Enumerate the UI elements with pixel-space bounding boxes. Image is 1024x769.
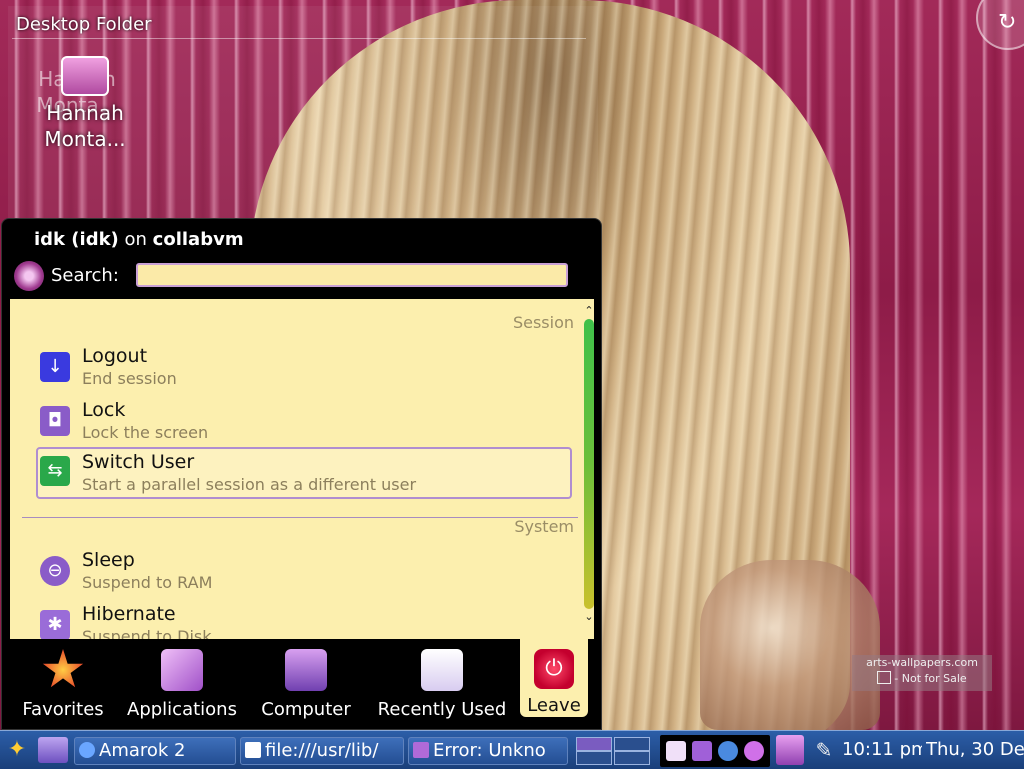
tab-label: Computer — [261, 699, 351, 720]
scroll-up-arrow-icon[interactable]: ⌃ — [582, 305, 594, 317]
tab-applications[interactable]: Applications — [122, 645, 242, 727]
task-label: file:///usr/lib/ — [265, 740, 379, 761]
section-divider — [22, 517, 578, 518]
item-desc: Start a parallel session as a different … — [82, 475, 417, 494]
user-on: on — [124, 229, 147, 250]
drive-icon — [61, 56, 109, 96]
wallpaper-sequin-detail — [700, 560, 880, 730]
list-item-sleep[interactable]: ⊖ Sleep Suspend to RAM — [36, 547, 572, 595]
tab-label: Favorites — [22, 699, 104, 720]
kickoff-launcher-menu: idk (idk) on collabvm Search: Session ↓ … — [1, 218, 602, 730]
tab-leave[interactable]: ⏻ Leave — [520, 639, 588, 717]
desktop-icon-hannah-montana[interactable]: Hannah Monta... — [30, 56, 140, 152]
pager-desktop-2[interactable] — [614, 737, 650, 751]
scroll-down-arrow-icon[interactable]: ⌄ — [582, 611, 594, 623]
pager-desktop-4[interactable] — [614, 751, 650, 765]
section-title-system: System — [514, 517, 574, 536]
item-name: Logout — [82, 345, 148, 367]
desktop-pager[interactable] — [574, 737, 654, 765]
recently-used-icon — [421, 649, 463, 691]
logout-icon: ↓ — [40, 352, 70, 382]
item-desc: End session — [82, 369, 177, 388]
settings-gear-icon[interactable] — [744, 741, 764, 761]
error-icon — [413, 742, 429, 758]
tab-label: Applications — [127, 699, 237, 720]
tab-favorites[interactable]: Favorites — [16, 645, 110, 727]
applications-icon — [161, 649, 203, 691]
launcher-icon: ✦ — [7, 737, 27, 762]
list-item-lock[interactable]: ◘ Lock Lock the screen — [36, 397, 572, 445]
task-label: Amarok 2 — [99, 740, 186, 761]
task-amarok[interactable]: Amarok 2 — [74, 737, 236, 765]
item-name: Hibernate — [82, 603, 176, 625]
clipboard-icon[interactable] — [666, 741, 686, 761]
paint-icon[interactable]: ✎ — [812, 735, 836, 765]
clock-date[interactable]: Thu, 30 Dec — [926, 739, 1024, 760]
system-tray — [660, 735, 770, 767]
switch-user-icon: ⇆ — [40, 456, 70, 486]
leave-options-list: Session ↓ Logout End session ◘ Lock Lock… — [10, 299, 594, 639]
task-error-dialog[interactable]: Error: Unkno — [408, 737, 568, 765]
user-header: idk (idk) on collabvm — [34, 229, 244, 250]
list-item-hibernate[interactable]: ✱ Hibernate Suspend to Disk — [36, 601, 572, 639]
tab-computer[interactable]: Computer — [254, 645, 358, 727]
search-row: Search: — [14, 261, 584, 293]
item-desc: Lock the screen — [82, 423, 209, 442]
item-desc: Suspend to RAM — [82, 573, 213, 592]
user-name: idk (idk) — [34, 229, 119, 250]
kickoff-launcher-button[interactable]: ✦ — [2, 735, 32, 765]
tab-label: Leave — [527, 695, 581, 716]
power-icon: ⏻ — [534, 649, 574, 689]
display-icon[interactable] — [692, 741, 712, 761]
folder-view-icon[interactable] — [38, 737, 68, 763]
kickoff-tab-bar: Favorites Applications Computer Recently… — [10, 639, 520, 729]
list-item-switch-user[interactable]: ⇆ Switch User Start a parallel session a… — [36, 447, 572, 499]
favorites-icon — [42, 649, 84, 688]
amarok-icon — [79, 742, 95, 758]
clock-time[interactable]: 10:11 pm — [842, 739, 922, 760]
scrollbar-thumb[interactable] — [584, 319, 594, 609]
desktop-folder-widget: Desktop Folder Hannah Monta... Hannah Mo… — [8, 6, 598, 218]
watermark-note: - Not for Sale — [894, 672, 967, 685]
host-name: collabvm — [152, 229, 244, 250]
item-name: Lock — [82, 399, 126, 421]
item-desc: Suspend to Disk — [82, 627, 212, 639]
search-input[interactable] — [136, 263, 568, 287]
pager-desktop-3[interactable] — [576, 751, 612, 765]
device-notifier-icon[interactable] — [776, 735, 804, 765]
watermark-box-icon — [877, 671, 892, 684]
hibernate-icon: ✱ — [40, 610, 70, 639]
desktop-folder-divider — [12, 38, 586, 39]
computer-icon — [285, 649, 327, 691]
search-label: Search: — [51, 265, 119, 286]
sleep-icon: ⊖ — [40, 556, 70, 586]
cashew-icon: ↻ — [998, 10, 1017, 35]
desktop-icon-label-line2: Monta... — [44, 127, 126, 151]
item-name: Switch User — [82, 451, 195, 473]
item-name: Sleep — [82, 549, 135, 571]
pager-desktop-1[interactable] — [576, 737, 612, 751]
tab-recently-used[interactable]: Recently Used — [372, 645, 512, 727]
list-item-logout[interactable]: ↓ Logout End session — [36, 343, 572, 391]
taskbar-panel: ✦ Amarok 2 file:///usr/lib/ Error: Unkno… — [0, 730, 1024, 769]
task-file-browser[interactable]: file:///usr/lib/ — [240, 737, 404, 765]
list-scrollbar[interactable]: ⌃ ⌄ — [582, 305, 594, 639]
task-label: Error: Unkno — [433, 740, 546, 761]
lock-icon: ◘ — [40, 406, 70, 436]
browser-icon[interactable] — [718, 741, 738, 761]
tab-label: Recently Used — [377, 699, 507, 720]
search-icon — [14, 261, 44, 291]
wallpaper-watermark: arts-wallpapers.com - Not for Sale — [852, 655, 992, 691]
section-title-session: Session — [512, 313, 574, 332]
desktop-folder-title: Desktop Folder — [16, 14, 152, 35]
desktop-icon-label-line1: Hannah — [46, 101, 124, 125]
watermark-site: arts-wallpapers.com — [866, 656, 978, 669]
file-icon — [245, 742, 261, 758]
